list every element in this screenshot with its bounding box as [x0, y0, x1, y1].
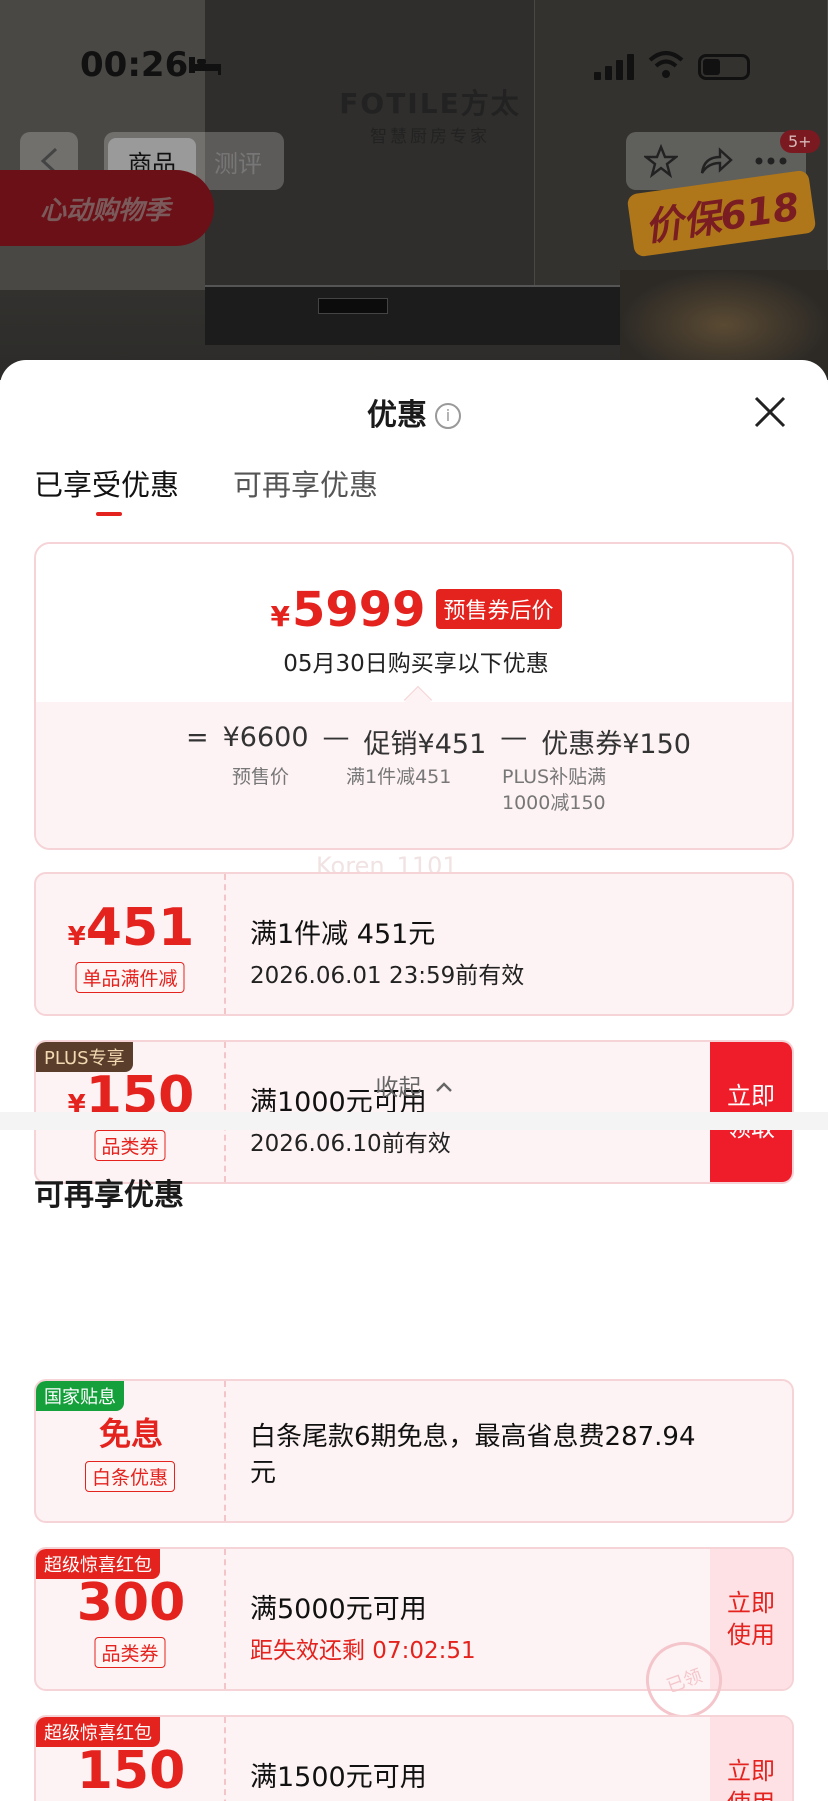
price-formula: = ¥6600 — 促销¥451 — 优惠券¥150 [186, 722, 691, 760]
presale-price-tag: 预售券后价 [435, 589, 562, 629]
discount-validity: 2026.06.01 23:59前有效 [250, 963, 525, 989]
presale-value: ¥6600 [222, 722, 309, 753]
discount-tabs: 已享受优惠 可再享优惠 [34, 462, 378, 516]
cellular-signal-icon [594, 54, 634, 80]
interest-free-rule: 白条尾款6期免息，最高省息费287.94 元 [250, 1422, 696, 1488]
range-hood [205, 285, 625, 345]
tab-more-available[interactable]: 可再享优惠 [233, 462, 378, 504]
super-surprise-ribbon: 超级惊喜红包 [36, 1717, 160, 1747]
more-dots-icon[interactable] [754, 156, 788, 166]
gov-subsidy-ribbon: 国家贴息 [36, 1381, 124, 1411]
red-packet-amount: 150 [76, 1741, 186, 1801]
brand-logo: FOTILE方太 智慧厨房专家 [339, 87, 521, 147]
tab-enjoyed[interactable]: 已享受优惠 [34, 462, 179, 516]
price-summary: ¥ 5999 预售券后价 05月30日购买享以下优惠 = ¥6600 — 促销¥… [34, 542, 794, 850]
discount-amount: 451 [85, 898, 195, 958]
super-surprise-ribbon: 超级惊喜红包 [36, 1549, 160, 1579]
coupon-label: PLUS补贴满 1000减150 [502, 766, 607, 814]
presale-label: 预售价 [232, 766, 290, 788]
purchase-date-note: 05月30日购买享以下优惠 [283, 651, 549, 677]
wifi-icon [648, 51, 684, 78]
section-more-title: 可再享优惠 [34, 1178, 184, 1213]
collapse-toggle[interactable]: 收起 [0, 1068, 828, 1102]
promo-value: 促销¥451 [363, 729, 487, 760]
section-divider [0, 1112, 828, 1130]
red-packet-chip: 品类券 [94, 1637, 166, 1668]
discount-sheet: 优惠 i 已享受优惠 可再享优惠 ¥ 5999 预售券后价 05月30日购买享以下… [0, 360, 828, 1801]
battery-icon [698, 54, 750, 80]
red-packet-rule: 满1500元可用 [250, 1762, 427, 1793]
use-now-button[interactable]: 立即使用 [710, 1717, 792, 1801]
red-packet-rule: 满5000元可用 [250, 1594, 427, 1625]
baitiao-chip: 白条优惠 [84, 1461, 176, 1492]
status-time: 00:26 [80, 45, 189, 85]
coupon-value: 优惠券¥150 [541, 729, 691, 760]
info-icon[interactable]: i [435, 403, 461, 429]
discount-type-chip: 单品满件减 [75, 962, 185, 993]
coupon-type-chip: 品类券 [94, 1130, 166, 1161]
promo-label: 满1件减451 [346, 766, 452, 788]
interest-free-card: 免息 白条优惠 国家贴息 白条尾款6期免息，最高省息费287.94 元 [34, 1379, 794, 1523]
close-icon[interactable] [752, 394, 788, 430]
discount-rule: 满1件减 451元 [250, 919, 436, 950]
red-packet-countdown: 距失效还剩 07:02:51 [250, 1638, 476, 1664]
final-price: 5999 [291, 582, 426, 638]
currency-symbol: ¥ [270, 600, 290, 633]
use-now-button[interactable]: 立即使用 [710, 1549, 792, 1689]
favorite-star-icon[interactable] [644, 144, 678, 178]
message-count-badge: 5+ [780, 130, 820, 153]
red-packet-card: 150 超级惊喜红包 满1500元可用 立即使用 [34, 1715, 794, 1801]
share-icon[interactable] [698, 145, 734, 177]
sheet-title: 优惠 i [0, 390, 828, 434]
sleep-bed-icon [189, 57, 221, 75]
promo-banner-left: 心动购物季 [0, 170, 214, 246]
tab-review[interactable]: 测评 [196, 144, 280, 179]
hood-control-panel [318, 298, 388, 314]
chevron-up-icon [435, 1082, 452, 1092]
red-packet-amount: 300 [76, 1573, 186, 1633]
interest-free-label: 免息 [98, 1415, 163, 1453]
discount-card: ¥451 单品满件减 满1件减 451元 2026.06.01 23:59前有效 [34, 872, 794, 1016]
